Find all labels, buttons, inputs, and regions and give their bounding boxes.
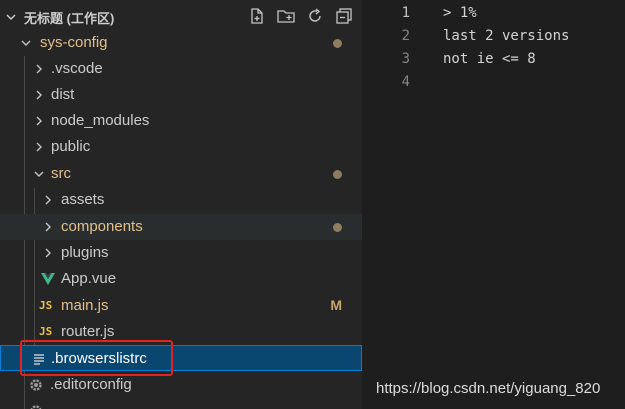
tree-item-label: main.js [61,297,109,314]
tree-folder-sys-config[interactable]: sys-config [0,30,362,56]
chevron-right-icon[interactable] [33,63,45,75]
editor-line[interactable]: 1 > 1% [362,2,625,25]
tree-folder-components[interactable]: components [0,214,362,240]
line-text[interactable]: not ie <= 8 [443,51,536,67]
tree-folder-assets[interactable]: assets [0,187,362,213]
line-number: 4 [401,74,410,90]
new-file-icon[interactable] [247,6,267,26]
refresh-icon[interactable] [305,6,325,26]
modified-badge: M [330,297,342,313]
line-number: 3 [401,51,410,67]
gear-icon [28,377,44,393]
tree-item-label: .vscode [51,60,103,77]
javascript-icon: JS [39,325,53,338]
chevron-down-icon[interactable] [20,37,32,49]
javascript-icon: JS [39,299,53,312]
tree-folder-vscode[interactable]: .vscode [0,56,362,82]
chevron-right-icon[interactable] [42,221,54,233]
editor-line[interactable]: 3 not ie <= 8 [362,48,625,71]
workspace-header[interactable]: 无标题 (工作区) [0,0,362,32]
chevron-right-icon[interactable] [33,115,45,127]
tree-item-label: public [51,138,91,155]
new-folder-icon[interactable] [276,6,296,26]
modified-dot [333,170,342,179]
tree-item-label: .editorconfig [50,376,132,393]
workspace-title: 无标题 (工作区) [24,11,115,26]
app-window: 无标题 (工作区) sys-config .vscode dist node_m… [0,0,625,409]
tree-item-label: src [51,165,71,182]
line-text[interactable]: last 2 versions [443,28,569,44]
tree-folder-public[interactable]: public [0,134,362,160]
line-number: 1 [401,5,410,21]
modified-dot [333,223,342,232]
tree-item-label: plugins [61,244,109,261]
editor-line[interactable]: 2 last 2 versions [362,25,625,48]
tree-folder-node-modules[interactable]: node_modules [0,108,362,134]
tree-file-main-js[interactable]: JS main.js M [0,293,362,319]
tree-item-label: dist [51,86,75,103]
tree-folder-dist[interactable]: dist [0,82,362,108]
watermark-text: https://blog.csdn.net/yiguang_820 [376,380,601,397]
chevron-right-icon[interactable] [42,194,54,206]
tree-file-app-vue[interactable]: App.vue [0,266,362,292]
explorer-sidebar: 无标题 (工作区) sys-config .vscode dist node_m… [0,0,362,409]
tree-item-label: components [61,218,143,235]
editor-line[interactable]: 4 [362,71,625,94]
modified-dot [333,39,342,48]
tree-item-label: router.js [61,323,115,340]
vue-icon [40,271,56,287]
chevron-down-icon[interactable] [5,10,17,22]
line-number: 2 [401,28,410,44]
tree-file-partial[interactable] [0,398,362,409]
code-editor[interactable]: 1 > 1% 2 last 2 versions 3 not ie <= 8 4 [362,0,625,409]
annotation-highlight-box [20,340,173,376]
tree-item-label: App.vue [61,270,117,287]
chevron-right-icon[interactable] [33,89,45,101]
collapse-all-icon[interactable] [334,6,354,26]
chevron-down-icon[interactable] [33,168,45,180]
tree-folder-src[interactable]: src [0,161,362,187]
tree-item-label: sys-config [40,34,108,51]
chevron-right-icon[interactable] [42,247,54,259]
tree-folder-plugins[interactable]: plugins [0,240,362,266]
tree-item-label: assets [61,191,105,208]
gear-icon [28,403,44,409]
tree-item-label: node_modules [51,112,150,129]
chevron-right-icon[interactable] [33,141,45,153]
line-text[interactable]: > 1% [443,5,477,21]
